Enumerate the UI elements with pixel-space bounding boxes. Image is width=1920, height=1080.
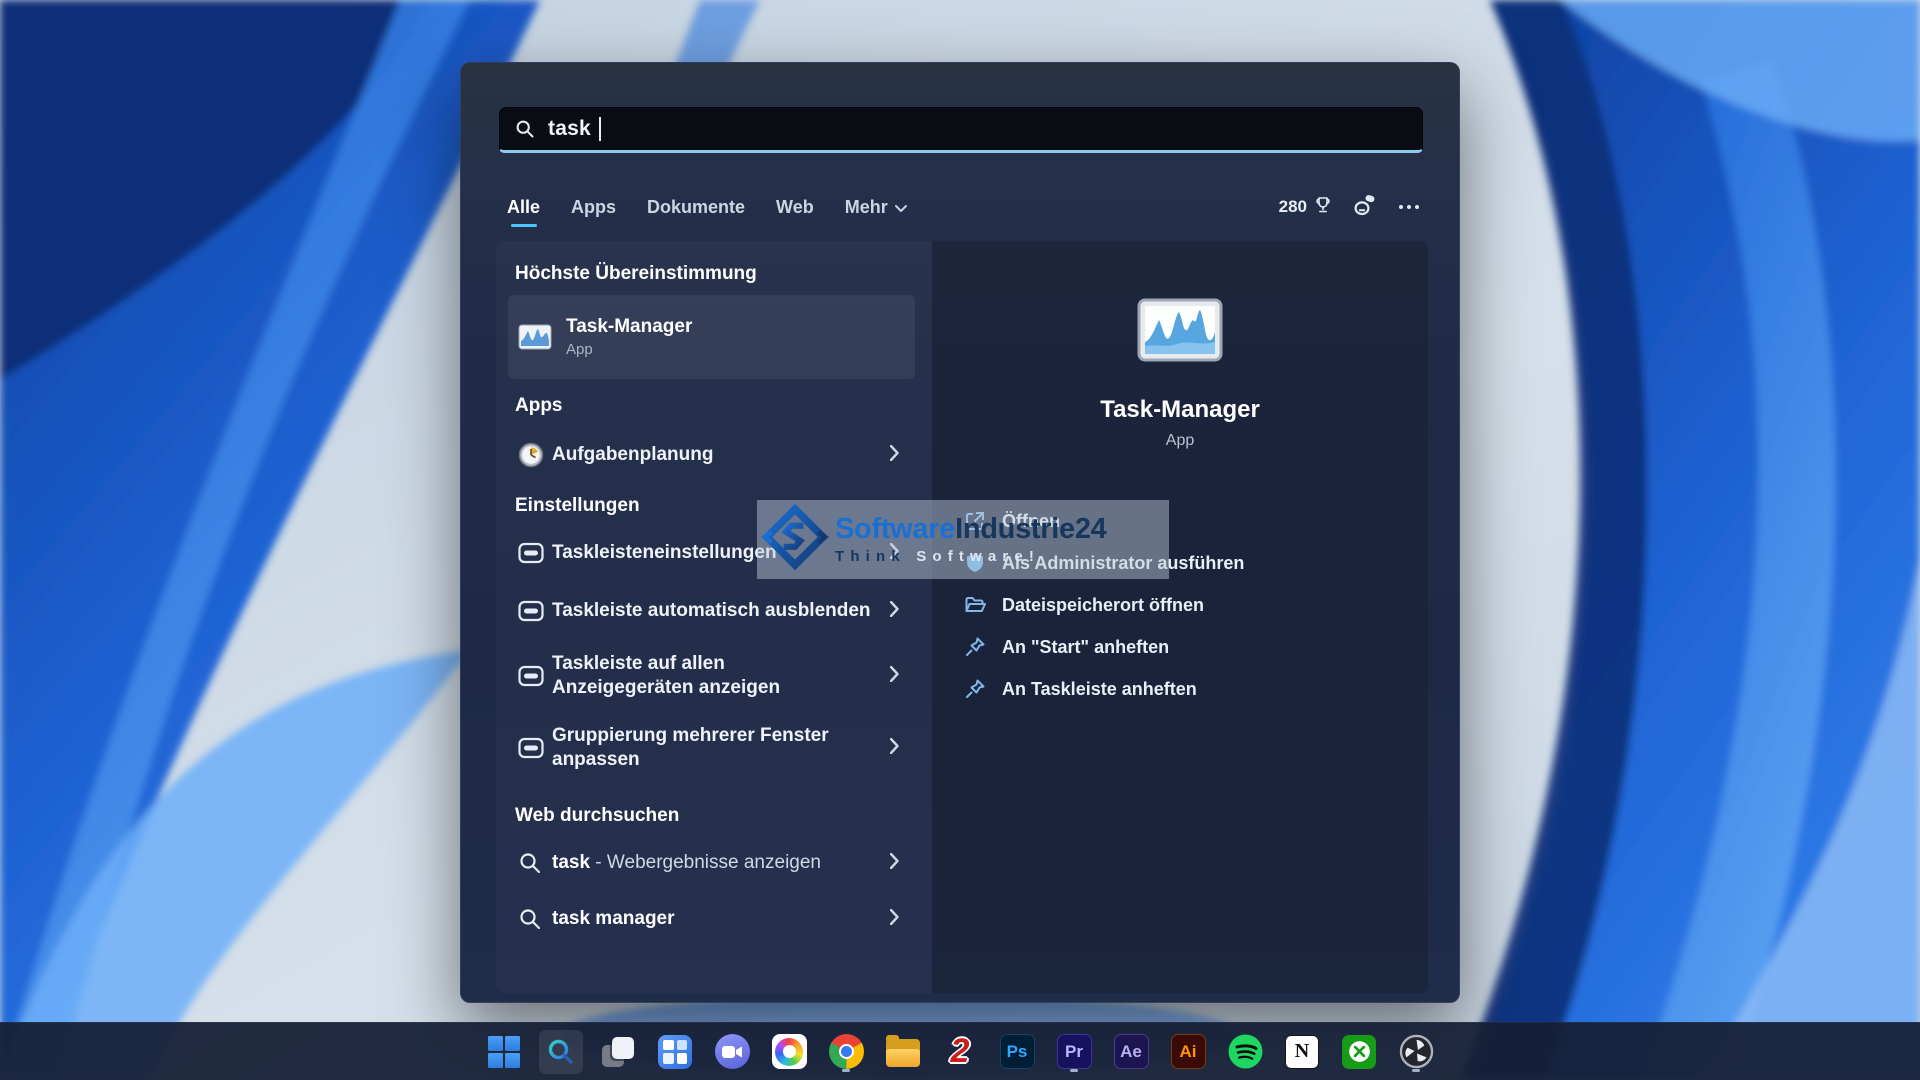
taskbar-chat-icon[interactable] [710, 1030, 754, 1074]
result-taskleiste-ausblenden[interactable]: Taskleiste automatisch ausblenden [508, 585, 915, 637]
taskbar-illustrator-icon[interactable]: Ai [1166, 1030, 1210, 1074]
chevron-down-icon [895, 197, 907, 218]
preview-app-type: App [932, 432, 1428, 450]
taskbar-settings-icon [518, 542, 552, 564]
watermark-logo [761, 503, 829, 576]
folder-icon [964, 594, 986, 616]
results-list: Höchste Übereinstimmung Task-Manager App… [496, 241, 932, 945]
watermark-tagline: T h i n k S o f t w a r e ! [835, 548, 1107, 565]
action-open-file-location[interactable]: Dateispeicherort öffnen [932, 584, 1428, 626]
taskbar-file-explorer-icon[interactable] [881, 1030, 925, 1074]
chevron-right-icon [890, 738, 899, 759]
tab-dokumente[interactable]: Dokumente [647, 197, 745, 218]
result-web-task[interactable]: task - Webergebnisse anzeigen [508, 837, 915, 889]
search-filter-tabs: Alle Apps Dokumente Web Mehr [507, 186, 907, 228]
taskbar-notion-icon[interactable]: N [1280, 1030, 1324, 1074]
section-header-top-match: Höchste Übereinstimmung [515, 263, 932, 285]
chevron-right-icon [890, 445, 899, 466]
result-subtitle: App [566, 341, 692, 358]
taskbar-xbox-icon[interactable] [1337, 1030, 1381, 1074]
taskbar-premiere-pro-icon[interactable]: Pr [1052, 1030, 1096, 1074]
watermark-overlay: SoftwareIndustrie24 T h i n k S o f t w … [757, 500, 1169, 579]
taskbar-widgets-icon[interactable] [653, 1030, 697, 1074]
text-caret [599, 117, 601, 141]
pin-icon [964, 636, 986, 658]
result-title: Task-Manager [566, 316, 692, 338]
trophy-icon [1313, 195, 1333, 220]
result-taskleiste-anzeigegeraete[interactable]: Taskleiste auf allen Anzeigegeräten anze… [508, 643, 915, 709]
tab-web[interactable]: Web [776, 197, 814, 218]
taskbar: 2 Ps Pr Ae Ai N [0, 1022, 1920, 1080]
taskbar-search-icon[interactable] [539, 1030, 583, 1074]
pin-icon [964, 678, 986, 700]
result-web-task-manager[interactable]: task manager [508, 893, 915, 945]
preview-app-title: Task-Manager [932, 396, 1428, 424]
chevron-right-icon [890, 853, 899, 874]
search-icon [515, 119, 535, 139]
result-gruppierung-fenster[interactable]: Gruppierung mehrerer Fenster anpassen [508, 715, 915, 781]
rewards-points-button[interactable]: 280 [1279, 195, 1333, 220]
more-options-icon[interactable] [1397, 201, 1421, 213]
taskbar-start-icon[interactable] [482, 1030, 526, 1074]
taskbar-spotify-icon[interactable] [1223, 1030, 1267, 1074]
taskbar-settings-icon [518, 665, 552, 687]
chevron-right-icon [890, 601, 899, 622]
section-header-web: Web durchsuchen [515, 805, 932, 827]
search-icon [518, 907, 552, 931]
action-pin-to-taskbar[interactable]: An Taskleiste anheften [932, 668, 1428, 710]
account-icon[interactable] [1353, 194, 1377, 221]
result-task-manager[interactable]: Task-Manager App [508, 295, 915, 379]
taskbar-chrome-icon[interactable] [824, 1030, 868, 1074]
chevron-right-icon [890, 909, 899, 930]
task-manager-tile-icon [1137, 298, 1223, 362]
tab-alle[interactable]: Alle [507, 197, 540, 218]
taskbar-photoshop-icon[interactable]: Ps [995, 1030, 1039, 1074]
clock-icon [518, 442, 552, 468]
action-pin-to-start[interactable]: An "Start" anheften [932, 626, 1428, 668]
search-input[interactable]: task [499, 107, 1423, 153]
taskbar-after-effects-icon[interactable]: Ae [1109, 1030, 1153, 1074]
taskbar-task-view-icon[interactable] [596, 1030, 640, 1074]
watermark-brand: SoftwareIndustrie24 [835, 514, 1107, 544]
taskbar-adobe-creative-cloud-icon[interactable] [767, 1030, 811, 1074]
preview-pane: Task-Manager App Öffnen Al [932, 241, 1428, 993]
section-header-apps: Apps [515, 395, 932, 417]
chevron-right-icon [890, 666, 899, 687]
result-aufgabenplanung[interactable]: Aufgabenplanung [508, 427, 915, 483]
taskbar-settings-icon [518, 737, 552, 759]
search-icon [518, 851, 552, 875]
tab-apps[interactable]: Apps [571, 197, 616, 218]
taskbar-obs-studio-icon[interactable] [1394, 1030, 1438, 1074]
taskbar-settings-icon [518, 600, 552, 622]
taskbar-app-2-icon[interactable]: 2 [938, 1030, 982, 1074]
task-manager-icon [518, 324, 566, 350]
tab-mehr[interactable]: Mehr [845, 197, 907, 218]
rewards-points-value: 280 [1279, 197, 1307, 217]
search-topbar-actions: 280 [1279, 186, 1421, 228]
search-results-surface: Task-Manager App Öffnen Al [496, 241, 1428, 993]
search-query-text: task [548, 117, 591, 141]
